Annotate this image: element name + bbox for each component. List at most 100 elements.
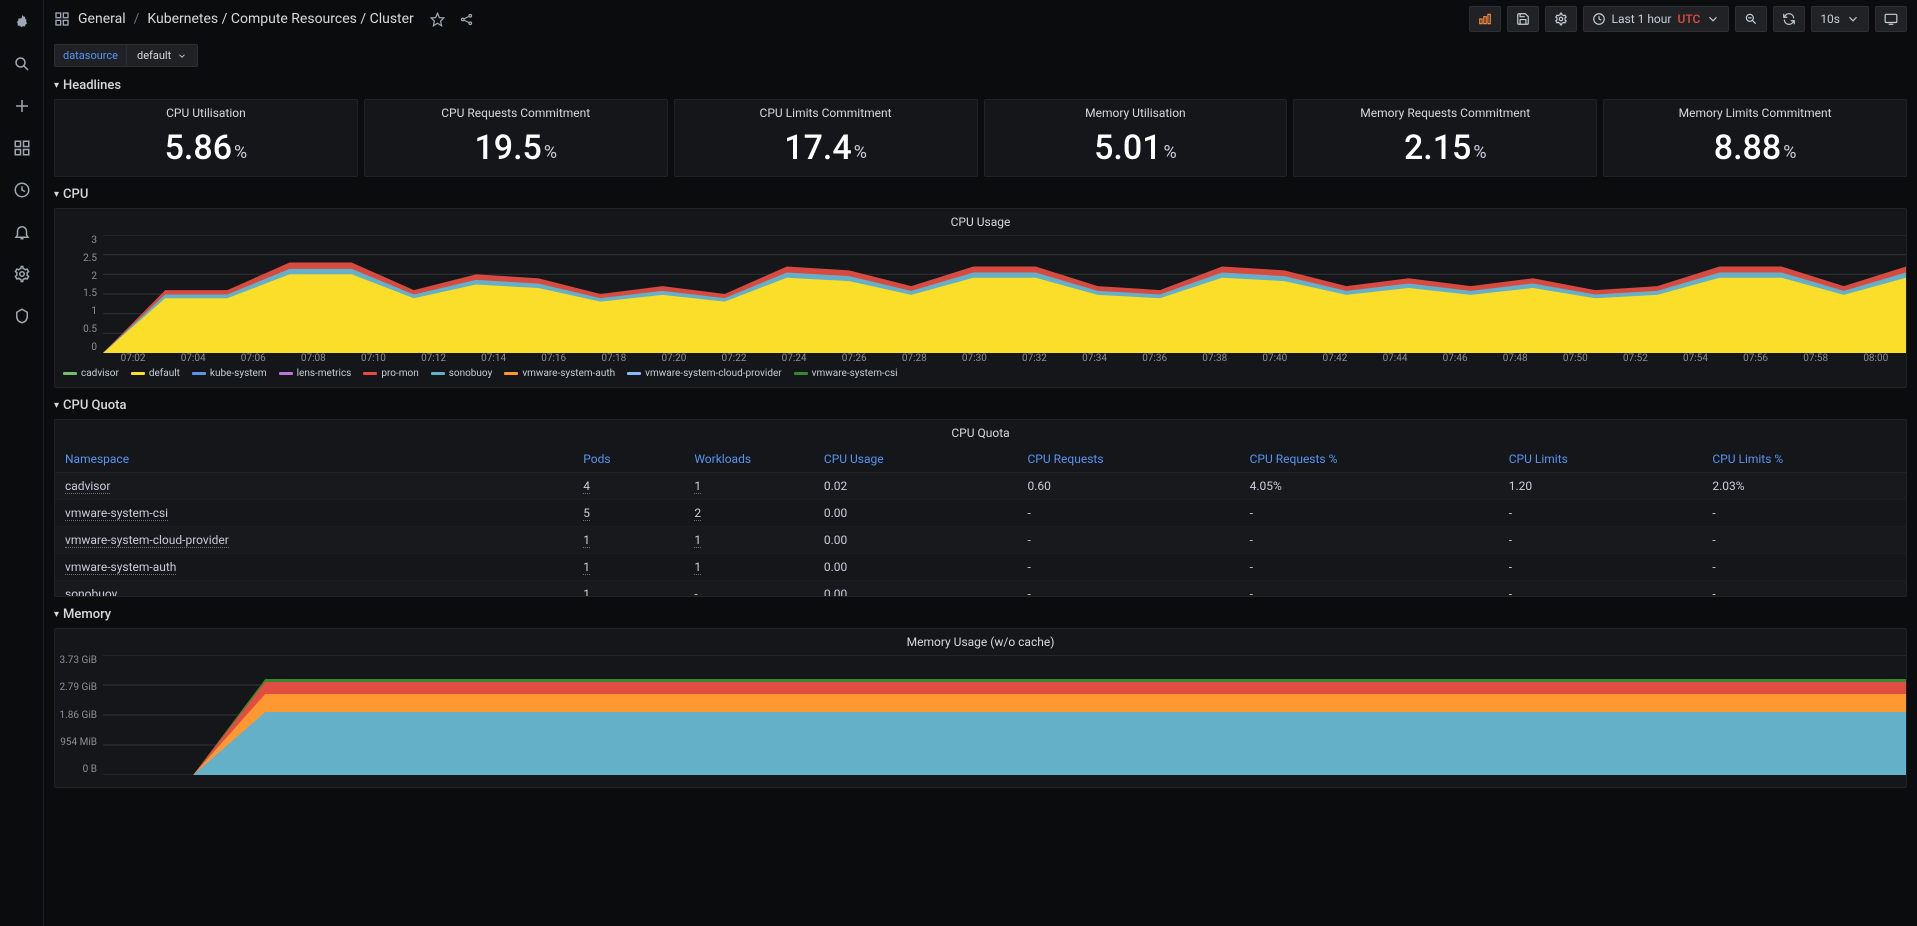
panel-title: CPU Quota bbox=[55, 420, 1906, 446]
row-memory-label: Memory bbox=[63, 607, 111, 622]
panel-title: CPU Usage bbox=[55, 209, 1906, 235]
search-icon[interactable] bbox=[8, 50, 36, 78]
settings-button[interactable] bbox=[1545, 6, 1577, 32]
row-memory[interactable]: ▾ Memory bbox=[54, 607, 1907, 622]
variable-value: default bbox=[137, 49, 171, 62]
table-row: vmware-system-cloud-provider 1 1 0.00 - … bbox=[55, 527, 1906, 554]
ns-cell[interactable]: vmware-system-auth bbox=[55, 554, 573, 581]
wl-cell[interactable]: 1 bbox=[684, 527, 814, 554]
table-header[interactable]: CPU Requests bbox=[1018, 446, 1240, 473]
grafana-logo-icon[interactable] bbox=[8, 8, 36, 36]
legend-item[interactable]: vmware-system-cloud-provider bbox=[627, 368, 782, 379]
pods-cell[interactable]: 4 bbox=[573, 473, 684, 500]
lim-cell: - bbox=[1499, 554, 1703, 581]
refresh-interval-picker[interactable]: 10s bbox=[1811, 6, 1869, 32]
wl-cell[interactable]: - bbox=[684, 581, 814, 597]
pods-cell[interactable]: 5 bbox=[573, 500, 684, 527]
limp-cell: - bbox=[1702, 500, 1906, 527]
limp-cell: - bbox=[1702, 554, 1906, 581]
cpu-legend: cadvisor default kube-system lens-metrics pr… bbox=[55, 364, 1906, 383]
pods-cell[interactable]: 1 bbox=[573, 581, 684, 597]
stat-value: 5.86% bbox=[55, 120, 357, 176]
pods-cell[interactable]: 1 bbox=[573, 554, 684, 581]
stat-value: 19.5% bbox=[365, 120, 667, 176]
legend-item[interactable]: vmware-system-csi bbox=[794, 368, 898, 379]
legend-item[interactable]: pro-mon bbox=[363, 368, 418, 379]
row-headlines[interactable]: ▾ Headlines bbox=[54, 78, 1907, 93]
explore-icon[interactable] bbox=[8, 176, 36, 204]
ns-cell[interactable]: sonobuoy bbox=[55, 581, 573, 597]
stat-value: 8.88% bbox=[1604, 120, 1906, 176]
legend-item[interactable]: vmware-system-auth bbox=[504, 368, 615, 379]
table-row: vmware-system-csi 5 2 0.00 - - - - bbox=[55, 500, 1906, 527]
table-header[interactable]: CPU Requests % bbox=[1240, 446, 1499, 473]
usage-cell: 0.00 bbox=[814, 581, 1018, 597]
lim-cell: 1.20 bbox=[1499, 473, 1703, 500]
variable-row: datasource default bbox=[54, 44, 198, 67]
req-cell: - bbox=[1018, 581, 1240, 597]
stat-grid: CPU Utilisation 5.86%CPU Requests Commit… bbox=[54, 99, 1907, 177]
server-admin-icon[interactable] bbox=[8, 302, 36, 330]
breadcrumb-path[interactable]: Kubernetes / Compute Resources / Cluster bbox=[147, 11, 413, 27]
stat-panel: CPU Requests Commitment 19.5% bbox=[364, 99, 668, 177]
table-header[interactable]: CPU Limits bbox=[1499, 446, 1703, 473]
zoom-out-button[interactable] bbox=[1735, 6, 1767, 32]
chevron-down-icon: ▾ bbox=[54, 189, 59, 200]
panel-title: Memory Utilisation bbox=[985, 100, 1287, 120]
wl-cell[interactable]: 1 bbox=[684, 473, 814, 500]
star-icon[interactable] bbox=[430, 12, 445, 27]
share-icon[interactable] bbox=[459, 12, 474, 27]
reqp-cell: - bbox=[1240, 527, 1499, 554]
usage-cell: 0.02 bbox=[814, 473, 1018, 500]
table-header[interactable]: Workloads bbox=[684, 446, 814, 473]
breadcrumb-root[interactable]: General bbox=[78, 11, 126, 27]
alerting-icon[interactable] bbox=[8, 218, 36, 246]
table-row: cadvisor 4 1 0.02 0.60 4.05% 1.20 2.03% bbox=[55, 473, 1906, 500]
row-cpu-quota[interactable]: ▾ CPU Quota bbox=[54, 398, 1907, 413]
ns-cell[interactable]: cadvisor bbox=[55, 473, 573, 500]
wl-cell[interactable]: 2 bbox=[684, 500, 814, 527]
variable-select[interactable]: default bbox=[126, 44, 198, 67]
reqp-cell: - bbox=[1240, 554, 1499, 581]
refresh-button[interactable] bbox=[1773, 6, 1805, 32]
table-header[interactable]: CPU Usage bbox=[814, 446, 1018, 473]
ns-cell[interactable]: vmware-system-cloud-provider bbox=[55, 527, 573, 554]
lim-cell: - bbox=[1499, 500, 1703, 527]
side-nav bbox=[0, 0, 44, 926]
cycle-view-button[interactable] bbox=[1875, 6, 1907, 32]
table-header[interactable]: Pods bbox=[573, 446, 684, 473]
table-header[interactable]: CPU Limits % bbox=[1702, 446, 1906, 473]
save-button[interactable] bbox=[1507, 6, 1539, 32]
dashboard-grid-icon[interactable] bbox=[54, 11, 70, 27]
req-cell: - bbox=[1018, 500, 1240, 527]
legend-item[interactable]: lens-metrics bbox=[279, 368, 352, 379]
ns-cell[interactable]: vmware-system-csi bbox=[55, 500, 573, 527]
stat-panel: CPU Utilisation 5.86% bbox=[54, 99, 358, 177]
configuration-icon[interactable] bbox=[8, 260, 36, 288]
cpu-y-axis: 32.521.510.50 bbox=[55, 235, 103, 353]
mem-plot[interactable] bbox=[103, 655, 1906, 775]
time-range-picker[interactable]: Last 1 hour UTC bbox=[1583, 6, 1730, 32]
reqp-cell: 4.05% bbox=[1240, 473, 1499, 500]
add-panel-button[interactable] bbox=[1469, 6, 1501, 32]
row-cpu[interactable]: ▾ CPU bbox=[54, 187, 1907, 202]
legend-item[interactable]: sonobuoy bbox=[431, 368, 493, 379]
create-icon[interactable] bbox=[8, 92, 36, 120]
legend-item[interactable]: cadvisor bbox=[63, 368, 119, 379]
dashboards-icon[interactable] bbox=[8, 134, 36, 162]
legend-item[interactable]: default bbox=[131, 368, 180, 379]
cpu-plot[interactable] bbox=[103, 235, 1906, 353]
breadcrumb-sep: / bbox=[134, 11, 140, 27]
stat-panel: CPU Limits Commitment 17.4% bbox=[674, 99, 978, 177]
wl-cell[interactable]: 1 bbox=[684, 554, 814, 581]
breadcrumb: General / Kubernetes / Compute Resources… bbox=[54, 11, 474, 27]
panel-title: CPU Requests Commitment bbox=[365, 100, 667, 120]
variable-label: datasource bbox=[54, 44, 126, 67]
req-cell: 0.60 bbox=[1018, 473, 1240, 500]
req-cell: - bbox=[1018, 554, 1240, 581]
table-header[interactable]: Namespace bbox=[55, 446, 573, 473]
legend-item[interactable]: kube-system bbox=[192, 368, 267, 379]
pods-cell[interactable]: 1 bbox=[573, 527, 684, 554]
stat-panel: Memory Requests Commitment 2.15% bbox=[1293, 99, 1597, 177]
cpu-x-axis: 07:0207:0407:0607:0807:1007:1207:1407:16… bbox=[55, 353, 1906, 364]
